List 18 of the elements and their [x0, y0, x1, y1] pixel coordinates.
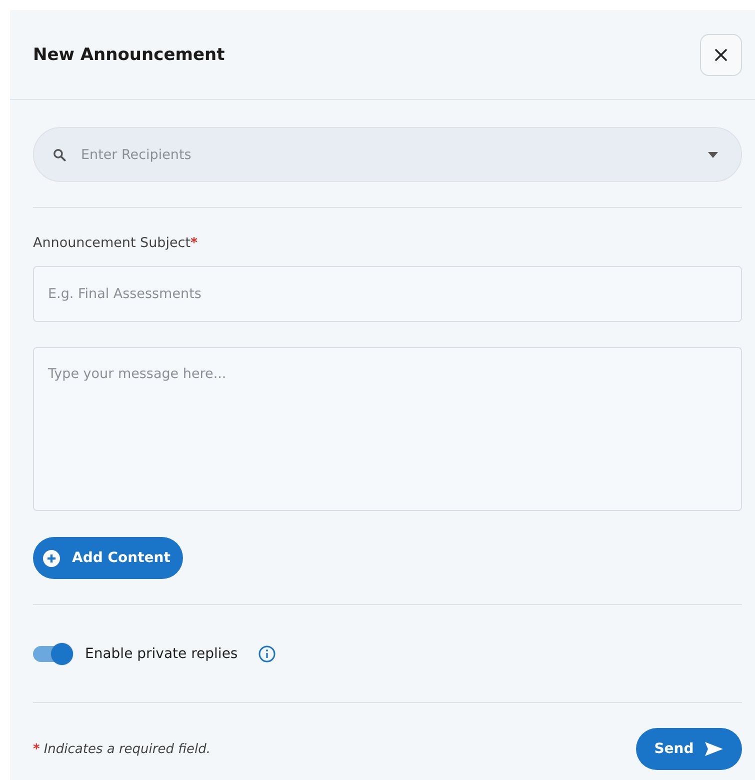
recipients-field[interactable]: Enter Recipients	[33, 127, 742, 182]
add-content-button[interactable]: Add Content	[33, 537, 183, 579]
dropdown-caret-icon	[708, 152, 718, 158]
required-note: Indicates a required field.	[44, 742, 211, 756]
required-mark: *	[33, 742, 40, 756]
close-icon	[714, 48, 728, 62]
toggle-label: Enable private replies	[85, 646, 238, 662]
plus-icon	[43, 550, 60, 566]
dialog-title: New Announcement	[33, 44, 225, 64]
field-label: Announcement Subject	[33, 235, 191, 251]
send-button[interactable]: Send	[636, 728, 742, 770]
close-button[interactable]	[700, 34, 742, 76]
message-field[interactable]: Type your message here...	[33, 347, 742, 511]
send-icon	[704, 741, 724, 757]
private-replies-toggle[interactable]	[33, 646, 73, 662]
subject-field[interactable]: E.g. Final Assessments	[33, 266, 742, 322]
info-icon[interactable]	[258, 644, 276, 662]
required-mark: *	[190, 235, 198, 251]
